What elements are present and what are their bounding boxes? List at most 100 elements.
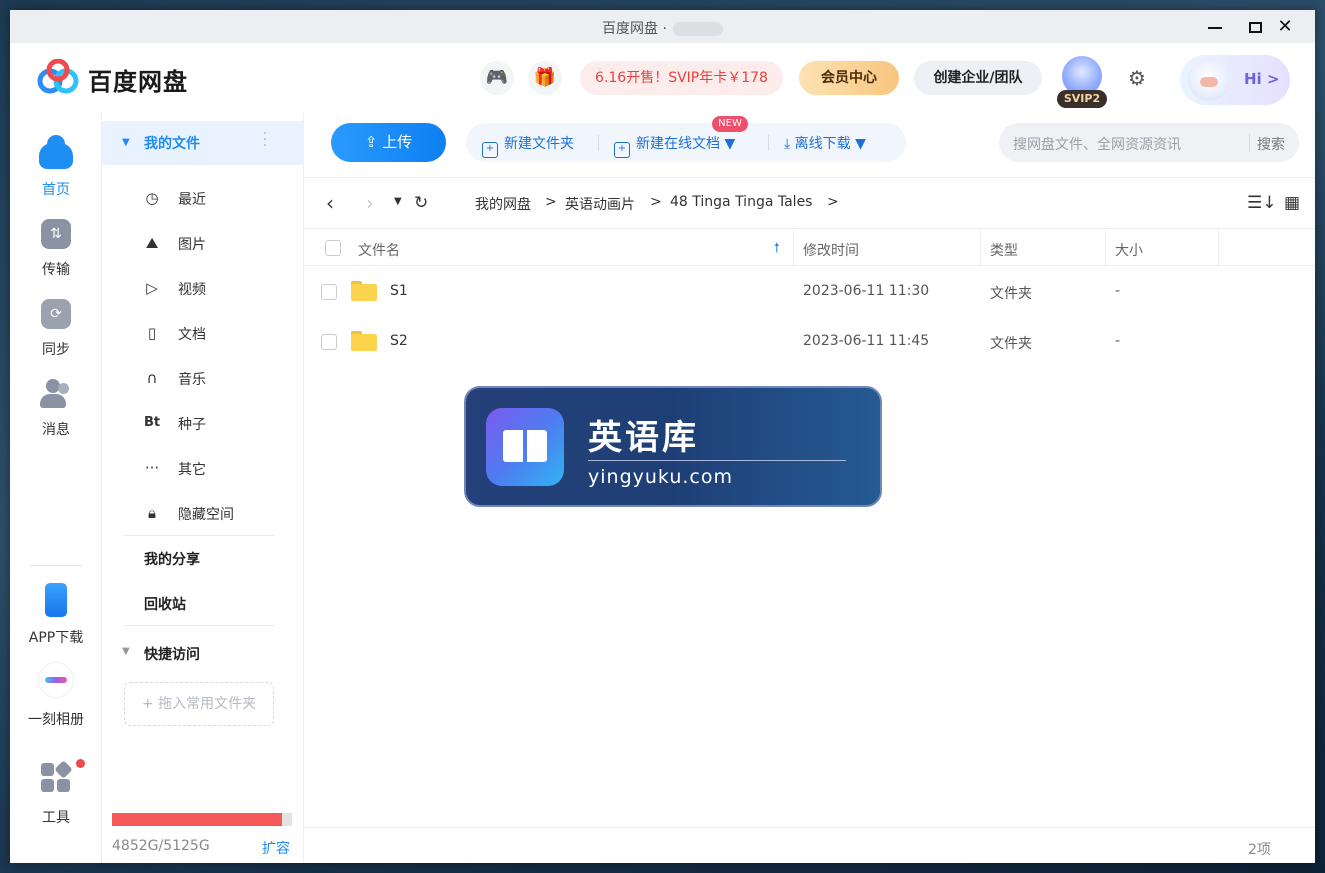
column-type[interactable]: 类型: [990, 240, 1018, 260]
minimize-button[interactable]: [1202, 16, 1228, 38]
file-name[interactable]: S2: [390, 333, 408, 349]
game-icon[interactable]: 🎮: [480, 61, 514, 95]
close-button[interactable]: ✕: [1272, 16, 1298, 38]
album-icon: [39, 663, 73, 697]
folder-icon: [351, 281, 377, 301]
cloud-icon: [39, 135, 73, 169]
sidebar-recycle-bin[interactable]: 回收站: [144, 594, 186, 614]
new-folder-button[interactable]: + 新建文件夹: [482, 133, 574, 158]
nav-tools[interactable]: 工具: [10, 759, 102, 827]
search-button[interactable]: 搜索: [1257, 134, 1285, 154]
nav-divider: [30, 565, 82, 566]
sort-icon[interactable]: ☰↓: [1247, 193, 1276, 213]
sidebar: ▼ 我的文件 · · · ◷ 最近 ⛰ 图片 ▷ 视频 ▯ 文档 ∩ 音乐 Bt 种…: [102, 113, 304, 863]
maximize-button[interactable]: [1242, 16, 1268, 38]
sidebar-item-label: 图片: [178, 237, 206, 253]
new-online-doc-label: 新建在线文档: [636, 136, 720, 152]
row-checkbox[interactable]: [321, 284, 337, 300]
sidebar-my-share[interactable]: 我的分享: [144, 549, 200, 569]
offline-download-button[interactable]: ⤓ 离线下载 ▼: [784, 133, 866, 153]
search-input[interactable]: 搜网盘文件、全网资源资讯: [1013, 134, 1181, 154]
sidebar-item-images[interactable]: ⛰ 图片: [102, 221, 304, 265]
sidebar-item-label: 种子: [178, 417, 206, 433]
bt-icon: Bt: [143, 415, 161, 430]
nav-moment-album-label: 一刻相册: [28, 712, 84, 728]
left-nav: 首页 ⇅ 传输 ⟳ 同步 消息 APP下载 一刻相册 工具: [10, 113, 102, 863]
column-name[interactable]: 文件名: [358, 240, 400, 260]
nav-tools-label: 工具: [42, 810, 70, 826]
storage-quota-bar: [112, 813, 292, 826]
create-team-button[interactable]: 创建企业/团队: [914, 61, 1042, 95]
watermark-url: yingyuku.com: [588, 466, 733, 488]
row-checkbox[interactable]: [321, 334, 337, 350]
column-divider: [1218, 229, 1219, 267]
dropdown-arrow-icon[interactable]: ▼: [724, 136, 735, 152]
nav-transfer[interactable]: ⇅ 传输: [10, 219, 102, 279]
more-icon: ···: [144, 459, 160, 477]
grid-view-icon[interactable]: ▦: [1284, 193, 1300, 213]
new-folder-label: 新建文件夹: [504, 136, 574, 152]
sidebar-divider: [124, 625, 274, 626]
column-modified[interactable]: 修改时间: [803, 240, 859, 260]
quick-access-arrow-icon[interactable]: ▼: [122, 646, 130, 657]
breadcrumb-item[interactable]: 我的网盘: [475, 194, 531, 214]
more-vertical-icon[interactable]: · · ·: [260, 127, 270, 153]
history-dropdown-icon[interactable]: ▼: [394, 196, 402, 207]
sidebar-quick-access[interactable]: 快捷访问: [144, 644, 200, 664]
upload-button[interactable]: ⇪ 上传: [331, 123, 446, 162]
action-toolbar: + 新建文件夹 + 新建在线文档 ▼ NEW ⤓ 离线下载 ▼: [466, 116, 906, 162]
sidebar-item-recent[interactable]: ◷ 最近: [102, 176, 304, 220]
nav-sync-label: 同步: [42, 342, 70, 358]
clock-icon: ◷: [145, 189, 159, 207]
sidebar-item-others[interactable]: ··· 其它: [102, 446, 304, 490]
sidebar-item-documents[interactable]: ▯ 文档: [102, 311, 304, 355]
app-window: 百度网盘 · ✕ 百度网盘 🎮 🎁 6.16开售！SVIP年卡￥178 会员中心…: [10, 10, 1315, 863]
settings-gear-icon[interactable]: ⚙: [1124, 65, 1150, 91]
sidebar-item-music[interactable]: ∩ 音乐: [102, 356, 304, 400]
sidebar-my-files[interactable]: ▼ 我的文件 · · ·: [102, 121, 304, 165]
watermark-divider: [588, 460, 846, 461]
back-arrow-icon[interactable]: ‹: [326, 191, 334, 215]
sort-ascending-icon[interactable]: 🠕: [774, 239, 780, 261]
assistant-button[interactable]: Hi >: [1180, 55, 1290, 105]
svip-badge: SVIP2: [1057, 90, 1107, 108]
nav-sync[interactable]: ⟳ 同步: [10, 299, 102, 359]
vip-center-button[interactable]: 会员中心: [799, 61, 899, 95]
breadcrumb-item[interactable]: 英语动画片: [565, 194, 635, 214]
table-row[interactable]: S2 2023-06-11 11:45 文件夹 -: [304, 317, 1315, 367]
nav-moment-album[interactable]: 一刻相册: [10, 663, 102, 729]
forward-arrow-icon[interactable]: ›: [366, 191, 374, 215]
promo-button[interactable]: 6.16开售！SVIP年卡￥178: [580, 61, 783, 95]
sidebar-item-videos[interactable]: ▷ 视频: [102, 266, 304, 310]
quick-access-dropzone[interactable]: + 拖入常用文件夹: [124, 682, 274, 726]
collapse-arrow-icon[interactable]: ▼: [122, 137, 130, 148]
breadcrumb-item[interactable]: 48 Tinga Tinga Tales: [670, 194, 812, 210]
gift-icon[interactable]: 🎁: [528, 61, 562, 95]
column-size[interactable]: 大小: [1115, 240, 1143, 260]
messages-people-icon: [40, 379, 72, 409]
table-row[interactable]: S1 2023-06-11 11:30 文件夹 -: [304, 267, 1315, 317]
file-name[interactable]: S1: [390, 283, 408, 299]
dropdown-arrow-icon[interactable]: ▼: [855, 136, 866, 152]
refresh-icon[interactable]: ↻: [414, 193, 428, 213]
nav-messages-label: 消息: [42, 422, 70, 438]
sidebar-item-label: 音乐: [178, 372, 206, 388]
sidebar-item-hidden-space[interactable]: 🔒︎ 隐藏空间: [102, 491, 304, 535]
search-box[interactable]: 搜网盘文件、全网资源资讯 搜索: [999, 123, 1299, 162]
nav-home[interactable]: 首页: [10, 135, 102, 199]
image-icon: ⛰: [145, 234, 159, 252]
doc-plus-icon: +: [614, 142, 630, 158]
select-all-checkbox[interactable]: [325, 240, 341, 256]
search-divider: [1249, 134, 1250, 152]
nav-messages[interactable]: 消息: [10, 379, 102, 439]
assistant-hi-label: Hi >: [1244, 70, 1280, 88]
main-panel: ⇪ 上传 + 新建文件夹 + 新建在线文档 ▼ NEW ⤓ 离线下载 ▼ 搜网盘文件…: [304, 113, 1315, 863]
new-online-doc-button[interactable]: + 新建在线文档 ▼: [614, 133, 735, 158]
sidebar-item-torrents[interactable]: Bt 种子: [102, 401, 304, 445]
upload-label: 上传: [382, 133, 413, 151]
breadcrumb: ‹ › ▼ ↻ 我的网盘 > 英语动画片 > 48 Tinga Tinga Ta…: [304, 183, 1315, 223]
expand-storage-link[interactable]: 扩容: [262, 838, 290, 858]
maximize-icon: [1248, 22, 1262, 33]
storage-quota-text: 4852G/5125G: [112, 838, 210, 854]
nav-app-download[interactable]: APP下载: [10, 583, 102, 647]
